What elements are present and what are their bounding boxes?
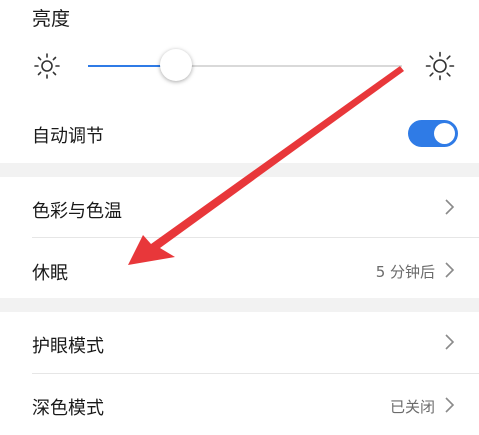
menu-item-dark-mode[interactable]: 深色模式 [32,394,104,420]
menu-item-eye-comfort[interactable]: 护眼模式 [32,332,104,358]
menu-item-sleep[interactable]: 休眠 [32,259,68,285]
brightness-title: 亮度 [32,8,71,30]
brightness-slider[interactable] [88,49,402,81]
divider [32,373,479,374]
section-gap [0,163,479,177]
auto-adjust-label: 自动调节 [32,126,104,147]
divider [32,237,479,238]
auto-adjust-toggle[interactable] [408,120,458,147]
sun-high-icon [425,51,455,81]
sun-low-icon [32,51,62,81]
dark-mode-value: 已关闭 [389,398,435,416]
chevron-right-icon [442,396,456,414]
brightness-slider-thumb[interactable] [159,49,192,81]
section-gap [0,298,479,312]
chevron-right-icon [442,198,456,216]
chevron-right-icon [442,333,456,351]
chevron-right-icon [442,261,456,279]
menu-item-color-temperature[interactable]: 色彩与色温 [32,197,122,223]
toggle-knob [434,123,455,144]
sleep-value: 5 分钟后 [375,263,435,281]
